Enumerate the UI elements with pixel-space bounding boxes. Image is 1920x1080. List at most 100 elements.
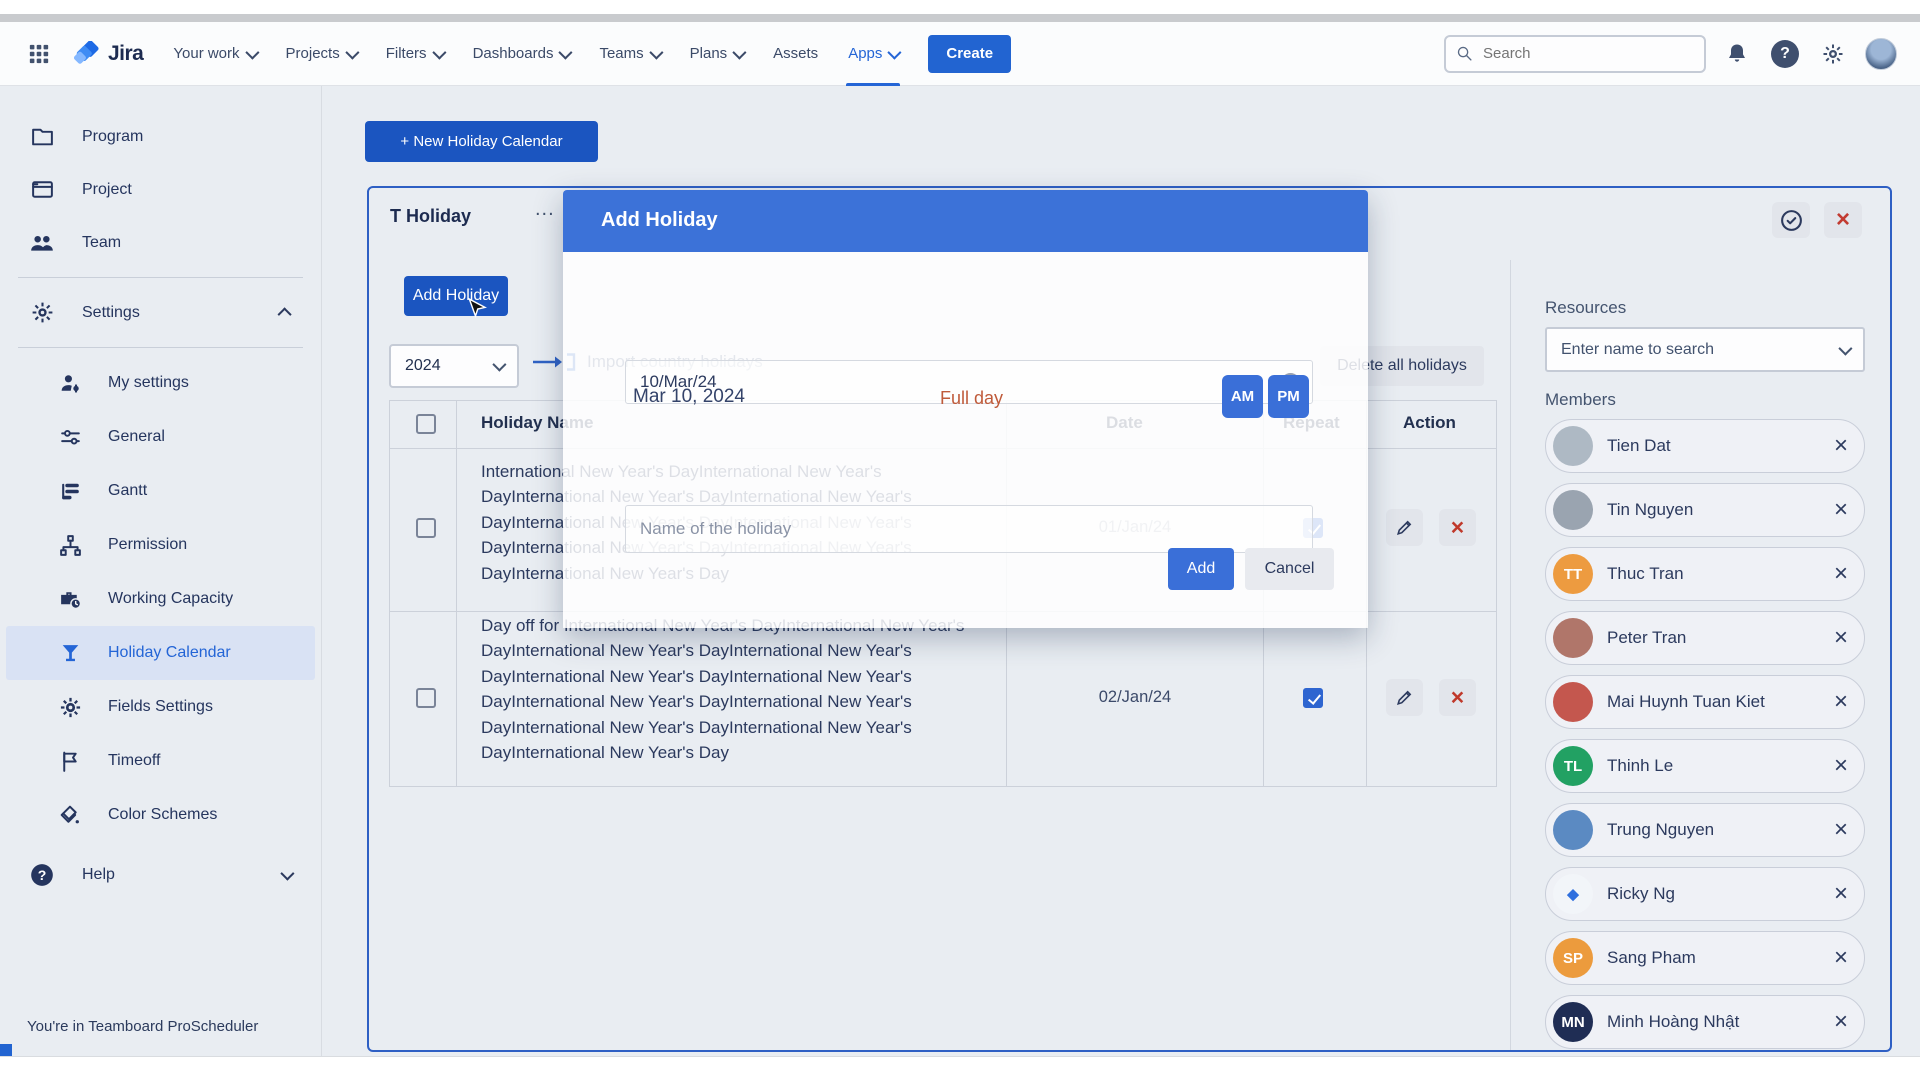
member-search-select[interactable]: Enter name to search bbox=[1545, 327, 1865, 372]
avatar bbox=[1553, 618, 1593, 658]
new-holiday-calendar-button[interactable]: + New Holiday Calendar bbox=[365, 121, 598, 162]
nav-item-dashboards[interactable]: Dashboards bbox=[473, 22, 570, 86]
sidebar-item-color-schemes[interactable]: Color Schemes bbox=[0, 788, 321, 842]
user-avatar[interactable] bbox=[1864, 37, 1898, 71]
sidebar-item-gantt[interactable]: Gantt bbox=[0, 464, 321, 518]
member-pill: Trung Nguyen × bbox=[1545, 803, 1865, 857]
member-pill: Tien Dat × bbox=[1545, 419, 1865, 473]
chevron-down-icon bbox=[492, 358, 506, 372]
calendar-title: T Holiday bbox=[390, 206, 471, 227]
browser-bottom-strip bbox=[0, 1056, 1920, 1080]
jira-logo[interactable]: Jira bbox=[74, 41, 143, 67]
select-all-checkbox[interactable] bbox=[416, 414, 436, 434]
nav-item-projects[interactable]: Projects bbox=[286, 22, 356, 86]
add-holiday-modal: Add Holiday × Mar 10, 2024 Full day AM P… bbox=[563, 190, 1368, 628]
sidebar-item-working-capacity[interactable]: Working Capacity bbox=[0, 572, 321, 626]
close-panel-button[interactable]: × bbox=[1824, 202, 1862, 238]
sidebar-item-settings[interactable]: Settings bbox=[0, 286, 321, 339]
remove-member-button[interactable]: × bbox=[1834, 818, 1848, 842]
remove-member-button[interactable]: × bbox=[1834, 754, 1848, 778]
member-name: Thuc Tran bbox=[1607, 564, 1684, 584]
members-title: Members bbox=[1545, 390, 1865, 410]
sidebar-item-project[interactable]: Project bbox=[0, 163, 321, 216]
member-pill: TT Thuc Tran × bbox=[1545, 547, 1865, 601]
svg-text:?: ? bbox=[38, 866, 47, 882]
resources-title: Resources bbox=[1545, 298, 1865, 318]
remove-member-button[interactable]: × bbox=[1834, 882, 1848, 906]
help-icon[interactable]: ? bbox=[1768, 37, 1802, 71]
nav-item-your-work[interactable]: Your work bbox=[173, 22, 255, 86]
selected-date-text: Mar 10, 2024 bbox=[633, 386, 745, 408]
nav-item-filters[interactable]: Filters bbox=[386, 22, 443, 86]
holiday-name-cell: Day off for International New Year's Day… bbox=[481, 613, 986, 765]
remove-member-button[interactable]: × bbox=[1834, 434, 1848, 458]
avatar bbox=[1553, 810, 1593, 850]
remove-member-button[interactable]: × bbox=[1834, 562, 1848, 586]
remove-member-button[interactable]: × bbox=[1834, 946, 1848, 970]
settings-gear-icon[interactable] bbox=[1816, 37, 1850, 71]
sidebar-item-program[interactable]: Program bbox=[0, 110, 321, 163]
confirm-circle-check-button[interactable] bbox=[1772, 202, 1810, 238]
modal-cancel-button[interactable]: Cancel bbox=[1245, 548, 1334, 590]
avatar: ◆ bbox=[1553, 874, 1593, 914]
search-input[interactable] bbox=[1481, 44, 1685, 63]
sidebar-item-fields-settings[interactable]: Fields Settings bbox=[0, 680, 321, 734]
sidebar-item-timeoff[interactable]: Timeoff bbox=[0, 734, 321, 788]
nav-item-assets[interactable]: Assets bbox=[773, 22, 818, 86]
remove-member-button[interactable]: × bbox=[1834, 498, 1848, 522]
resources-sidebar: Resources Enter name to search Members T… bbox=[1545, 298, 1865, 1059]
sidebar-item-team[interactable]: Team bbox=[0, 216, 321, 269]
member-pill: TL Thinh Le × bbox=[1545, 739, 1865, 793]
briefcase-clock-icon bbox=[56, 587, 84, 612]
sidebar-item-my-settings[interactable]: My settings bbox=[0, 356, 321, 410]
user-gear-icon bbox=[56, 371, 84, 396]
create-button[interactable]: Create bbox=[928, 35, 1011, 73]
remove-member-button[interactable]: × bbox=[1834, 690, 1848, 714]
holiday-name-input[interactable] bbox=[625, 505, 1313, 553]
member-name: Tien Dat bbox=[1607, 436, 1671, 456]
nav-item-teams[interactable]: Teams bbox=[599, 22, 659, 86]
modal-title: Add Holiday bbox=[601, 209, 718, 232]
nav-item-plans[interactable]: Plans bbox=[690, 22, 744, 86]
member-pill: Mai Huynh Tuan Kiet × bbox=[1545, 675, 1865, 729]
repeat-checkbox[interactable] bbox=[1303, 688, 1323, 708]
column-header-action: Action bbox=[1403, 413, 1456, 433]
calendar-menu-dots[interactable]: ... bbox=[535, 198, 555, 221]
remove-member-button[interactable]: × bbox=[1834, 1010, 1848, 1034]
year-select[interactable]: 2024 bbox=[389, 344, 519, 388]
member-pill: Peter Tran × bbox=[1545, 611, 1865, 665]
row-select-checkbox[interactable] bbox=[416, 518, 436, 538]
add-holiday-button[interactable]: Add Holiday bbox=[404, 276, 508, 316]
holiday-date-cell: 02/Jan/24 bbox=[1090, 688, 1180, 707]
left-sidebar: Program Project Team Settings My setting… bbox=[0, 86, 322, 1056]
member-pill: MN Minh Hoàng Nhật × bbox=[1545, 995, 1865, 1049]
am-button[interactable]: AM bbox=[1222, 375, 1263, 418]
remove-member-button[interactable]: × bbox=[1834, 626, 1848, 650]
delete-holiday-button[interactable]: × bbox=[1439, 679, 1476, 716]
member-name: Trung Nguyen bbox=[1607, 820, 1714, 840]
app-switcher-icon[interactable] bbox=[22, 37, 56, 71]
modal-add-button[interactable]: Add bbox=[1168, 548, 1234, 590]
pm-button[interactable]: PM bbox=[1268, 375, 1309, 418]
edit-holiday-button[interactable] bbox=[1386, 509, 1423, 546]
chat-widget-edge bbox=[0, 1044, 12, 1056]
notifications-bell-icon[interactable] bbox=[1720, 37, 1754, 71]
modal-body: × Mar 10, 2024 Full day AM PM Add Cancel bbox=[563, 252, 1368, 628]
check-circle-icon bbox=[1779, 208, 1804, 233]
pencil-icon bbox=[1395, 688, 1414, 707]
gear-icon bbox=[56, 695, 84, 720]
nav-item-apps[interactable]: Apps bbox=[848, 22, 898, 86]
row-select-checkbox[interactable] bbox=[416, 688, 436, 708]
app-context-label: You're in Teamboard ProScheduler bbox=[27, 1018, 258, 1035]
avatar bbox=[1553, 490, 1593, 530]
global-search[interactable] bbox=[1444, 35, 1706, 73]
delete-holiday-button[interactable]: × bbox=[1439, 509, 1476, 546]
help-circle-icon: ? bbox=[28, 862, 56, 888]
sidebar-item-general[interactable]: General bbox=[0, 410, 321, 464]
sidebar-item-help[interactable]: ? Help bbox=[0, 848, 321, 901]
sidebar-item-permission[interactable]: Permission bbox=[0, 518, 321, 572]
sidebar-item-holiday-calendar[interactable]: Holiday Calendar bbox=[6, 626, 315, 680]
avatar bbox=[1553, 426, 1593, 466]
edit-holiday-button[interactable] bbox=[1386, 679, 1423, 716]
member-name: Mai Huynh Tuan Kiet bbox=[1607, 692, 1765, 712]
